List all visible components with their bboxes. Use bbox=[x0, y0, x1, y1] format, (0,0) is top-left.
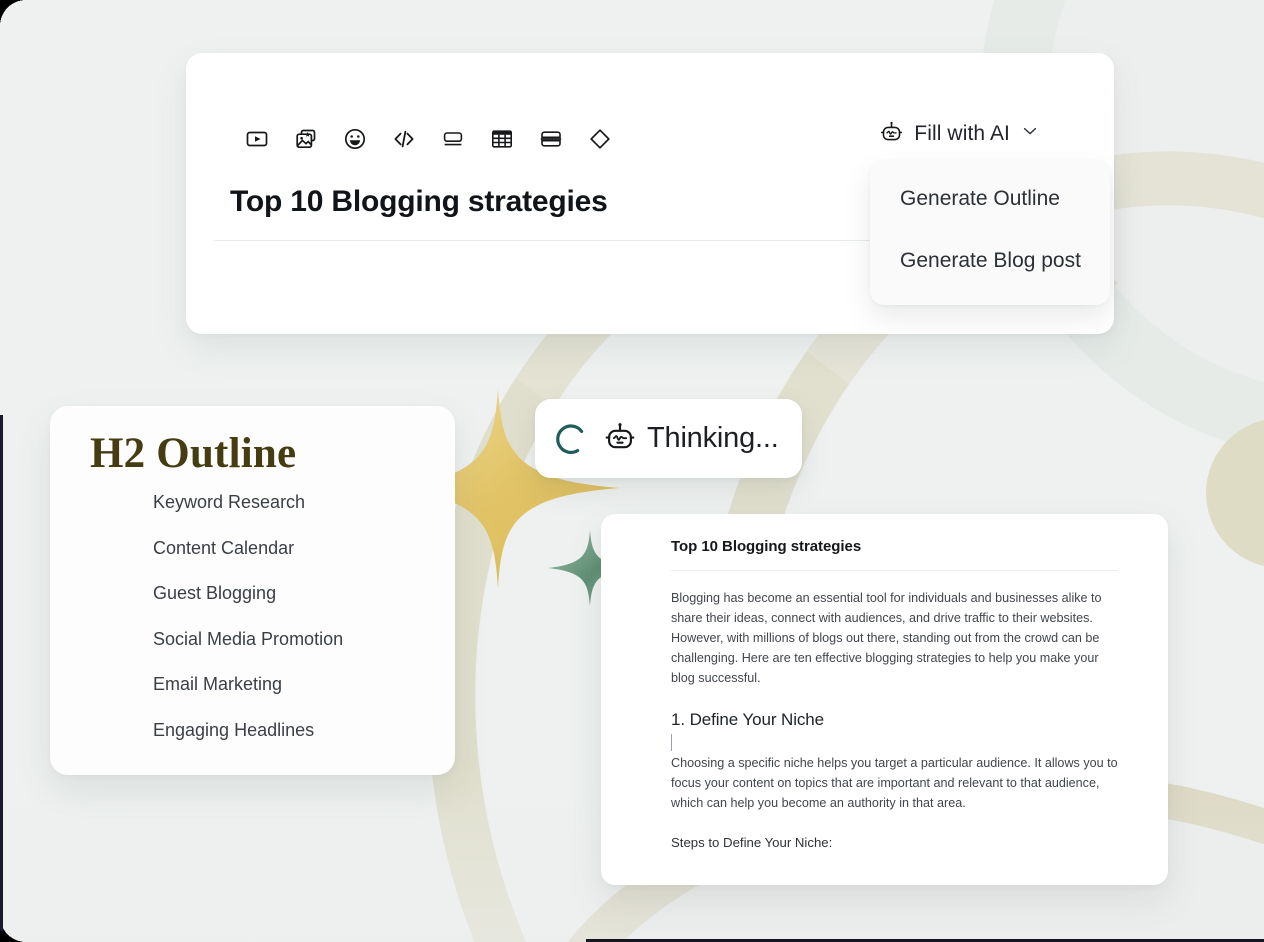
image-icon[interactable] bbox=[293, 126, 319, 152]
code-icon[interactable] bbox=[391, 126, 417, 152]
chevron-down-icon bbox=[1020, 121, 1040, 146]
loading-spinner-icon bbox=[549, 417, 593, 461]
frame-edge-left bbox=[0, 415, 3, 931]
thinking-label: Thinking... bbox=[647, 422, 779, 454]
emoji-icon[interactable] bbox=[342, 126, 368, 152]
editor-toolbar bbox=[244, 126, 613, 152]
robot-icon bbox=[879, 121, 904, 146]
blog-preview-steps-label: Steps to Define Your Niche: bbox=[671, 835, 833, 850]
table-icon[interactable] bbox=[489, 126, 515, 152]
video-icon[interactable] bbox=[244, 126, 270, 152]
ai-dropdown-menu: Generate Outline Generate Blog post bbox=[870, 161, 1110, 305]
robot-icon bbox=[603, 422, 637, 456]
menu-item-generate-outline[interactable]: Generate Outline bbox=[900, 187, 1110, 211]
fill-with-ai-label: Fill with AI bbox=[914, 121, 1010, 145]
list-item[interactable]: Content Calendar bbox=[153, 538, 343, 559]
outline-list: Keyword Research Content Calendar Guest … bbox=[153, 492, 343, 765]
list-item[interactable]: Email Marketing bbox=[153, 674, 343, 695]
blog-preview-section-body: Choosing a specific niche helps you targ… bbox=[671, 756, 1118, 810]
divider-icon[interactable] bbox=[538, 126, 564, 152]
app-screenshot: Fill with AI Top 10 Blogging strategies … bbox=[0, 0, 1264, 942]
list-item[interactable]: Keyword Research bbox=[153, 492, 343, 513]
blog-preview-title: Top 10 Blogging strategies bbox=[671, 538, 862, 555]
card-icon[interactable] bbox=[440, 126, 466, 152]
thinking-status-pill: Thinking... bbox=[535, 399, 802, 478]
document-title[interactable]: Top 10 Blogging strategies bbox=[230, 185, 608, 219]
blog-preview-intro: Blogging has become an essential tool fo… bbox=[671, 591, 1102, 685]
outline-card: H2 Outline Keyword Research Content Cale… bbox=[50, 406, 455, 775]
blog-preview-card: Top 10 Blogging strategies Blogging has … bbox=[601, 514, 1168, 885]
list-item[interactable]: Guest Blogging bbox=[153, 583, 343, 604]
blog-preview-section-heading: 1. Define Your Niche bbox=[671, 710, 824, 729]
blog-preview-divider bbox=[671, 570, 1118, 571]
menu-item-generate-blog-post[interactable]: Generate Blog post bbox=[900, 249, 1110, 273]
fill-with-ai-button[interactable]: Fill with AI bbox=[879, 121, 1040, 146]
list-item[interactable]: Engaging Headlines bbox=[153, 720, 343, 741]
text-caret bbox=[671, 734, 672, 751]
list-item[interactable]: Social Media Promotion bbox=[153, 629, 343, 650]
frame-corner-top-left bbox=[0, 0, 26, 26]
outline-heading: H2 Outline bbox=[90, 430, 297, 477]
frame-corner-bottom-left bbox=[0, 916, 26, 942]
eraser-icon[interactable] bbox=[587, 126, 613, 152]
